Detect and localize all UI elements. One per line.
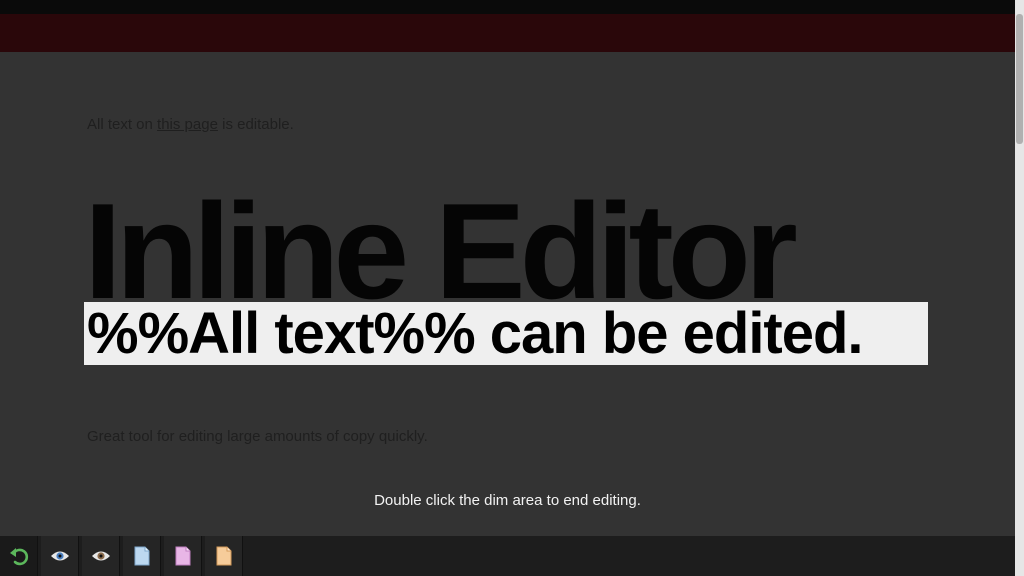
- document-blue-button[interactable]: [123, 536, 161, 576]
- preview-button[interactable]: [41, 536, 79, 576]
- vertical-scrollbar[interactable]: [1015, 0, 1024, 576]
- undo-icon: [9, 548, 28, 566]
- document-orange-button[interactable]: [205, 536, 243, 576]
- editor-toolbar: [0, 536, 1015, 576]
- scrollbar-thumb[interactable]: [1016, 14, 1023, 144]
- document-icon: [134, 546, 149, 566]
- intro-text: All text on this page is editable.: [87, 116, 294, 133]
- inline-edit-field[interactable]: %%All text%% can be edited.: [84, 302, 928, 365]
- this-page-link[interactable]: this page: [157, 116, 218, 133]
- end-editing-hint: Double click the dim area to end editing…: [374, 492, 641, 509]
- top-bar: [0, 0, 1015, 14]
- subtext: Great tool for editing large amounts of …: [87, 428, 428, 445]
- document-icon: [216, 546, 231, 566]
- header-bar: [0, 14, 1015, 52]
- undo-button[interactable]: [0, 536, 38, 576]
- intro-suffix: is editable.: [217, 116, 294, 133]
- eye-icon: [91, 551, 110, 561]
- view-button[interactable]: [82, 536, 120, 576]
- document-pink-button[interactable]: [164, 536, 202, 576]
- intro-prefix: All text on: [87, 116, 158, 133]
- document-icon: [175, 546, 190, 566]
- eye-icon: [50, 551, 69, 561]
